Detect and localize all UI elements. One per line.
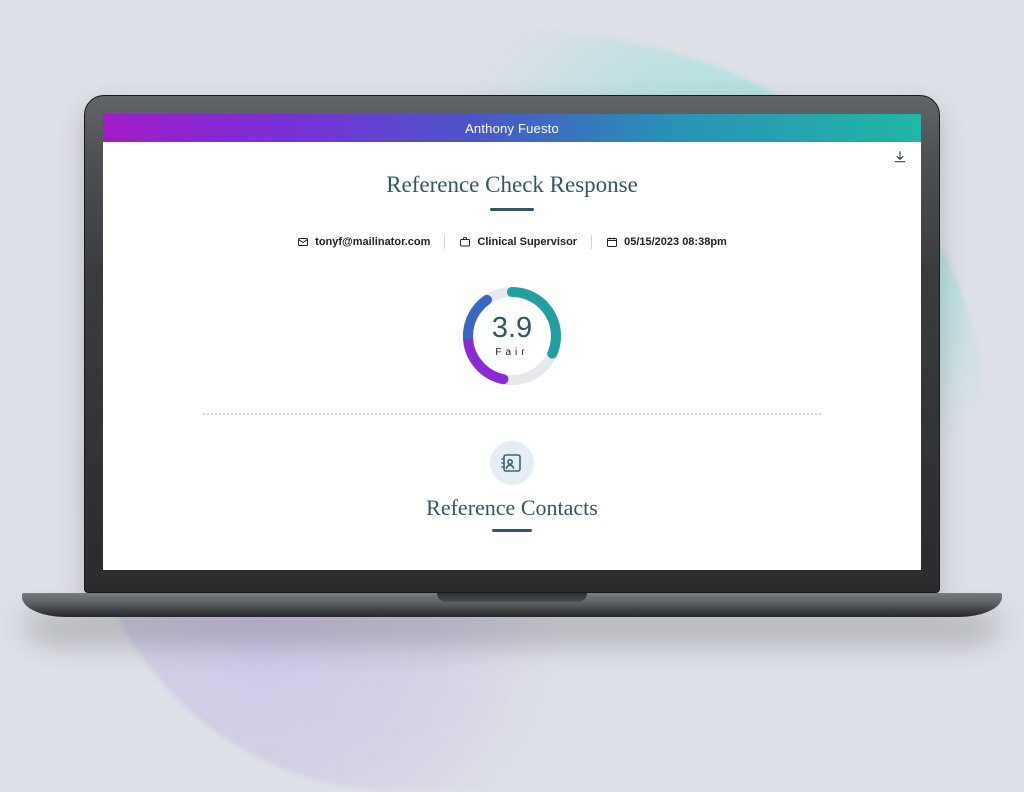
page-title: Reference Check Response xyxy=(143,172,881,198)
section-divider xyxy=(203,413,821,415)
meta-email: tonyf@mailinator.com xyxy=(283,236,444,248)
laptop-base xyxy=(22,593,1002,617)
calendar-icon xyxy=(606,236,618,248)
toolbar xyxy=(103,142,921,166)
score-gauge: 3.9 Fair xyxy=(457,281,567,391)
meta-datetime: 05/15/2023 08:38pm xyxy=(592,236,741,248)
app-header-bar: Anthony Fuesto xyxy=(103,114,921,142)
contacts-badge xyxy=(490,441,534,485)
section-title-contacts: Reference Contacts xyxy=(143,495,881,521)
gauge-center: 3.9 Fair xyxy=(457,281,567,391)
laptop-mockup: Anthony Fuesto Reference Check Response … xyxy=(84,95,940,617)
meta-datetime-text: 05/15/2023 08:38pm xyxy=(624,236,727,248)
laptop-lid: Anthony Fuesto Reference Check Response … xyxy=(84,95,940,593)
download-button[interactable] xyxy=(891,148,909,166)
score-label: Fair xyxy=(495,347,528,358)
download-icon xyxy=(893,150,907,164)
meta-email-text: tonyf@mailinator.com xyxy=(315,236,430,248)
briefcase-icon xyxy=(459,236,471,248)
app-screen: Anthony Fuesto Reference Check Response … xyxy=(103,114,921,570)
meta-role-text: Clinical Supervisor xyxy=(477,236,577,248)
score-value: 3.9 xyxy=(492,314,532,343)
title-underline xyxy=(490,208,534,211)
meta-role: Clinical Supervisor xyxy=(445,236,591,248)
candidate-name: Anthony Fuesto xyxy=(465,121,559,136)
mail-icon xyxy=(297,236,309,248)
page-content: Reference Check Response tonyf@mailinato… xyxy=(103,166,921,532)
contact-card-icon xyxy=(500,451,524,475)
meta-row: tonyf@mailinator.com Clinical Supervisor… xyxy=(283,235,741,249)
section-underline xyxy=(492,529,532,532)
